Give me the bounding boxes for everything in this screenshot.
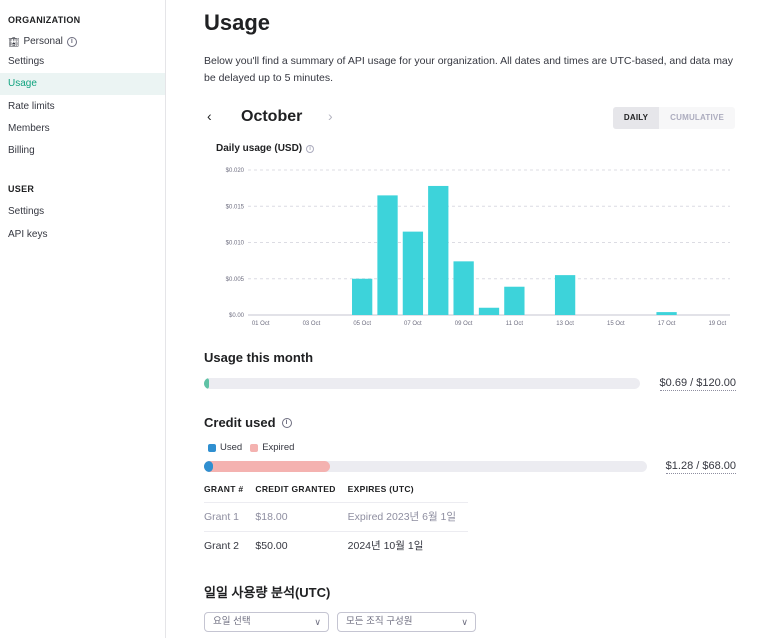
sidebar-item-billing[interactable]: Billing [0,140,165,162]
sidebar-item-user-settings[interactable]: Settings [0,201,165,223]
sidebar-item-label: Settings [8,206,45,217]
x-tick-label: 11 Oct [506,321,524,327]
chevron-left-icon[interactable]: ‹ [207,108,212,124]
building-icon: 🏢︎ [8,37,20,47]
grant-amount: $18.00 [255,501,348,531]
grant-id: Grant 2 [204,530,256,560]
credit-progress [204,461,647,472]
x-tick-label: 03 Oct [303,321,321,327]
credit-legend: Used Expired [208,442,294,453]
legend-label: Used [220,442,243,453]
daily-analysis-title: 일일 사용량 분석(UTC) [204,585,331,600]
usage-month-title: Usage this month [204,350,314,365]
chart-title: Daily usage (USD) i [216,143,315,154]
y-tick-label: $0.010 [226,241,245,247]
credit-amount[interactable]: $1.28 / $68.00 [665,460,736,474]
member-select-value: 모든 조직 구성원 [346,616,413,627]
legend-swatch-used [208,443,216,452]
credit-used-title: Credit used i [204,415,292,430]
x-tick-label: 01 Oct [252,321,270,327]
y-tick-label: $0.00 [229,313,245,319]
sidebar-heading-user: USER [8,184,35,194]
grant-id: Grant 1 [204,501,256,531]
chart-bar [453,261,474,315]
info-icon[interactable]: i [66,37,77,47]
credit-expired-fill [204,461,331,472]
chart-title-text: Daily usage (USD) [216,143,303,154]
column-header-expires: EXPIRES (UTC) [347,484,414,494]
member-select[interactable]: 모든 조직 구성원 ∨ [337,612,476,632]
chevron-down-icon: ∨ [314,617,321,627]
table-header-row: GRANT # CREDIT GRANTED EXPIRES (UTC) [204,484,468,502]
day-select[interactable]: 요일 선택 ∨ [204,612,329,632]
legend-label: Expired [262,442,295,453]
chart-bar [504,286,525,315]
page-description: Below you'll find a summary of API usage… [204,55,734,84]
chart-bar [428,185,449,315]
x-tick-label: 19 Oct [708,321,726,327]
sidebar-item-settings[interactable]: Settings [0,51,165,73]
x-tick-label: 15 Oct [607,321,625,327]
sidebar-item-label: Personal [23,36,63,47]
sidebar-item-rate-limits[interactable]: Rate limits [0,96,165,118]
day-select-value: 요일 선택 [213,616,251,627]
usage-month-progress [204,378,640,389]
chart-bar [478,307,500,315]
usage-month-amount[interactable]: $0.69 / $120.00 [659,377,736,391]
sidebar-item-usage[interactable]: Usage [0,73,165,95]
chevron-right-icon[interactable]: › [328,108,333,124]
x-tick-label: 13 Oct [556,321,574,327]
chart-bar [402,231,424,315]
chart-bar [656,312,677,315]
table-row: Grant 2 $50.00 2024년 10월 1일 [204,530,469,560]
chart-bar [554,275,576,315]
sidebar-item-label: Settings [8,56,45,67]
x-tick-label: 07 Oct [404,321,422,327]
sidebar-item-label: Rate limits [8,101,55,112]
daily-usage-chart: $0.00 $0.005 $0.010 $0.015 $0.020 01 Oct 03 Oc… [226,168,730,327]
credit-used-fill [204,461,213,472]
sidebar-item-label: Usage [8,78,37,89]
sidebar: ORGANIZATION 🏢︎ Personal i Settings Usag… [0,0,166,638]
sidebar-item-api-keys[interactable]: API keys [0,224,165,246]
grant-expires: Expired 2023년 6월 1일 [347,501,469,531]
page-title: Usage [204,10,271,35]
sidebar-heading-organization: ORGANIZATION [8,15,81,25]
month-label: October [241,108,303,125]
x-tick-label: 05 Oct [353,321,371,327]
toggle-daily[interactable]: DAILY [612,107,660,129]
grants-table: GRANT # CREDIT GRANTED EXPIRES (UTC) Gra… [204,484,469,560]
legend-used: Used [208,442,242,453]
toggle-cumulative[interactable]: CUMULATIVE [659,107,735,129]
legend-swatch-expired [250,443,259,452]
x-tick-label: 09 Oct [455,321,473,327]
info-icon[interactable]: i [306,144,315,153]
x-tick-label: 17 Oct [658,321,676,327]
grant-expires: 2024년 10월 1일 [347,530,469,560]
y-tick-label: $0.005 [226,277,245,283]
chart-bar [352,278,373,315]
credit-used-title-text: Credit used [204,415,276,430]
view-toggle: DAILY CUMULATIVE [612,107,735,129]
sidebar-item-personal[interactable]: 🏢︎ Personal i [0,31,165,53]
sidebar-item-label: API keys [8,229,48,240]
month-navigator: ‹ October › DAILY CUMULATIVE [204,104,735,132]
y-tick-label: $0.015 [226,204,245,210]
y-tick-label: $0.020 [226,168,245,174]
grant-amount: $50.00 [255,530,348,560]
usage-month-fill [204,378,209,389]
table-row: Grant 1 $18.00 Expired 2023년 6월 1일 [204,501,469,531]
legend-expired: Expired [250,442,294,453]
chart-bar [377,195,398,315]
sidebar-item-members[interactable]: Members [0,118,165,140]
info-icon[interactable]: i [281,417,292,428]
column-header-credit-granted: CREDIT GRANTED [255,484,336,494]
sidebar-item-label: Billing [8,145,35,156]
sidebar-item-label: Members [8,123,50,134]
chevron-down-icon: ∨ [461,617,468,627]
column-header-grant: GRANT # [204,484,244,494]
